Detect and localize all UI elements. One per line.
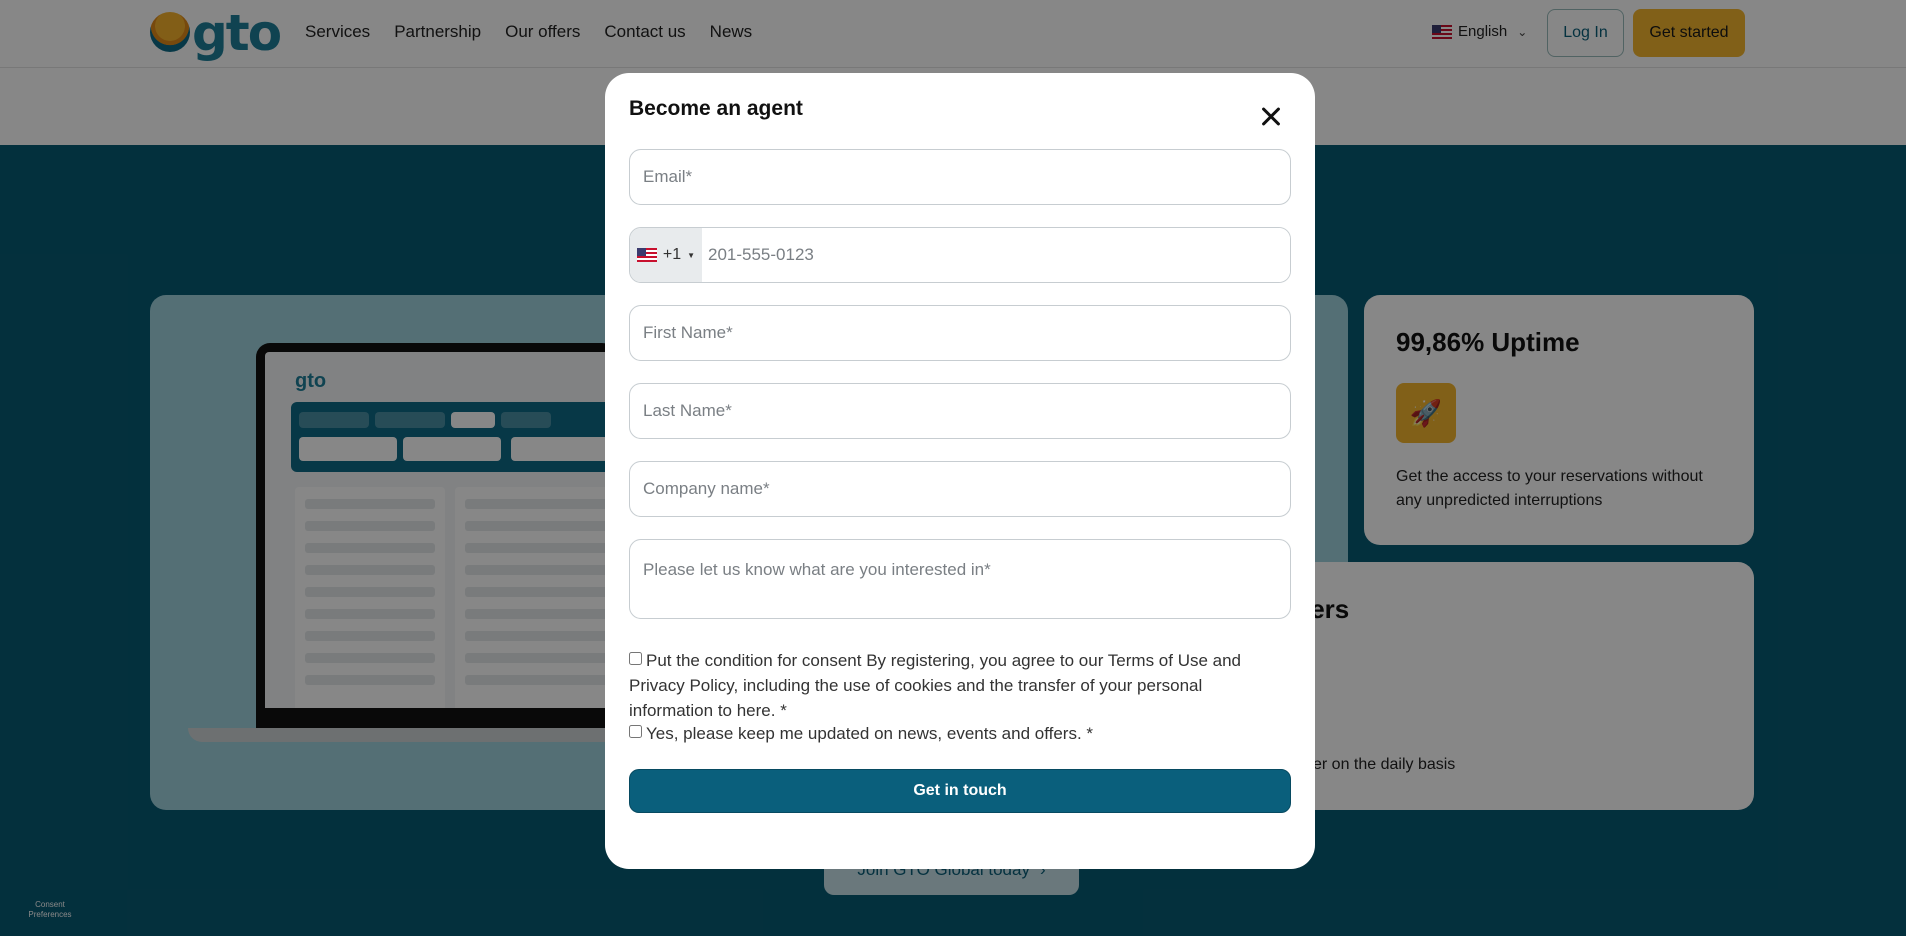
last-name-field[interactable]: [629, 383, 1291, 439]
phone-input[interactable]: [702, 228, 1290, 282]
become-agent-modal: Become an agent +1 ▼ Put the condition f…: [605, 73, 1315, 869]
updates-checkbox[interactable]: [629, 725, 642, 738]
country-code-selector[interactable]: +1 ▼: [630, 228, 702, 282]
interest-textarea[interactable]: [629, 539, 1291, 619]
modal-title: Become an agent: [629, 97, 803, 120]
consent-checkbox[interactable]: [629, 652, 642, 665]
country-code: +1: [662, 246, 682, 263]
updates-text: Yes, please keep me updated on news, eve…: [646, 724, 1094, 743]
consent-text: Put the condition for consent By registe…: [629, 651, 1242, 720]
company-name-field[interactable]: [629, 461, 1291, 517]
get-in-touch-button[interactable]: Get in touch: [629, 769, 1291, 813]
consent-row: Put the condition for consent By registe…: [629, 648, 1291, 723]
close-icon[interactable]: [1255, 101, 1287, 133]
phone-field: +1 ▼: [629, 227, 1291, 283]
caret-down-icon: ▼: [687, 250, 696, 260]
email-field[interactable]: [629, 149, 1291, 205]
updates-row: Yes, please keep me updated on news, eve…: [629, 721, 1291, 746]
first-name-field[interactable]: [629, 305, 1291, 361]
us-flag-icon: [636, 248, 657, 262]
